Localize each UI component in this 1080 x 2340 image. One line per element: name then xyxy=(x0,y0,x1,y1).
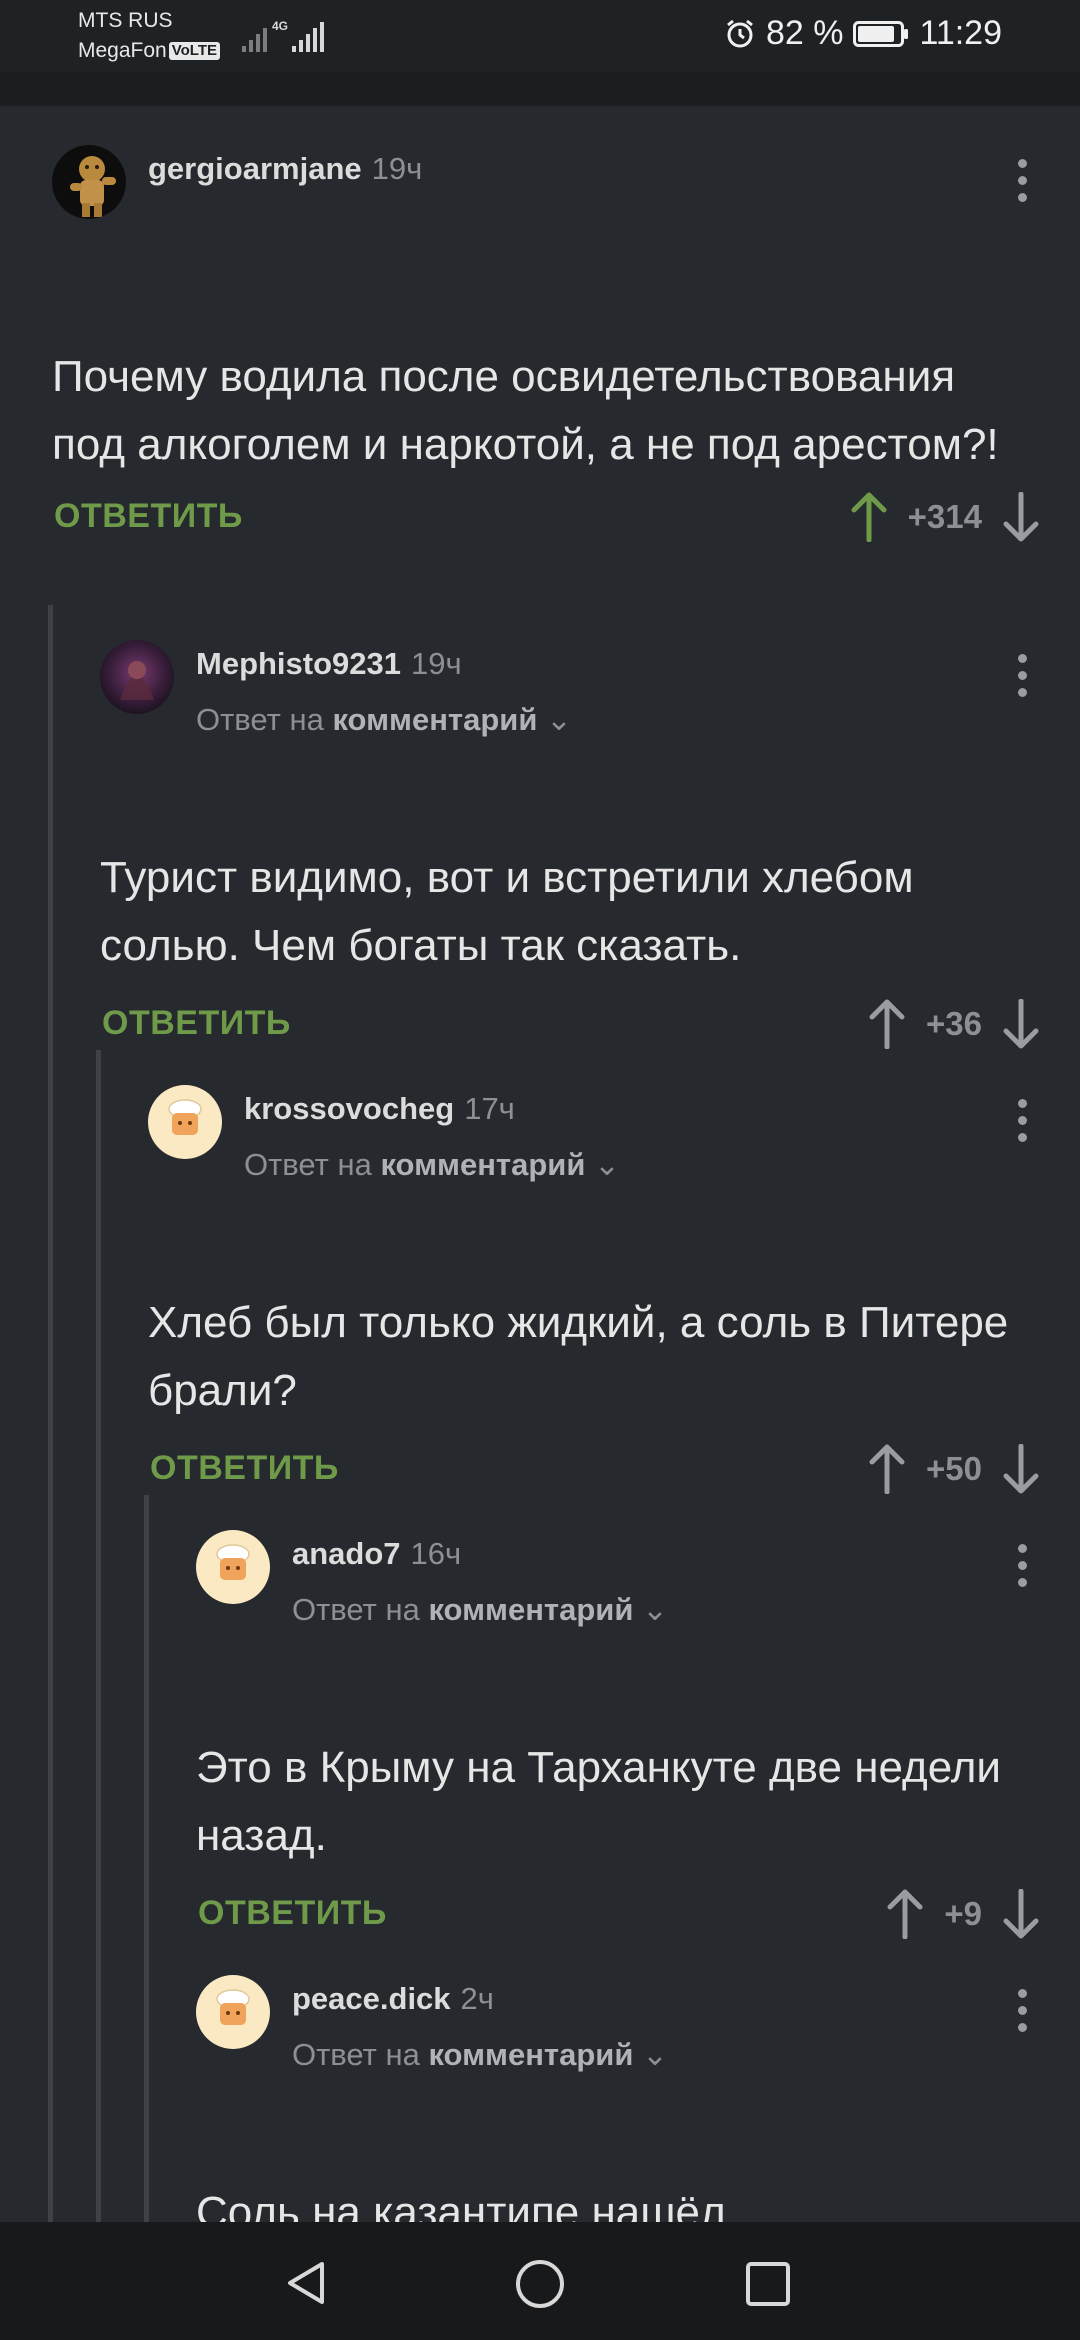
avatar[interactable] xyxy=(196,1975,270,2049)
system-navigation-bar xyxy=(0,2222,1080,2340)
comment-header: krossovocheg 17ч Ответ на комментарий ⌄ xyxy=(148,1085,1080,1182)
score: +50 xyxy=(926,1450,982,1487)
reply-button[interactable]: ОТВЕТИТЬ xyxy=(102,1004,291,1043)
reply-to-link[interactable]: Ответ на комментарий ⌄ xyxy=(196,702,572,738)
comment-time: 17ч xyxy=(464,1091,515,1126)
home-icon[interactable] xyxy=(514,2258,566,2310)
battery-percent: 82 % xyxy=(765,14,844,52)
thread-line-1[interactable] xyxy=(48,605,53,2222)
username[interactable]: anado7 16ч xyxy=(292,1536,461,1572)
vote-controls: +36 xyxy=(868,994,1040,1054)
signal-icon: 4G xyxy=(242,18,342,59)
score: +36 xyxy=(926,1005,982,1042)
comment-text: Почему водила после освидетельствования … xyxy=(52,352,999,469)
carrier-2: MegaFon xyxy=(78,39,167,62)
back-icon[interactable] xyxy=(282,2258,332,2308)
comment-text: Это в Крыму на Тарханкуте две недели наз… xyxy=(196,1743,1001,1860)
chevron-down-icon: ⌄ xyxy=(642,2037,668,2072)
vote-controls: +50 xyxy=(868,1439,1040,1499)
more-menu-icon[interactable] xyxy=(1016,654,1028,705)
more-menu-icon[interactable] xyxy=(1016,1099,1028,1150)
comment: gergioarmjane 19ч Почему водила после осв… xyxy=(52,145,1080,547)
chevron-down-icon: ⌄ xyxy=(546,702,572,737)
avatar[interactable] xyxy=(196,1530,270,1604)
comment-text: Турист видимо, вот и встретили хлебом со… xyxy=(100,853,914,970)
comment: Mephisto9231 19ч Ответ на комментарий ⌄ Т… xyxy=(100,640,1080,1054)
comment-time: 16ч xyxy=(410,1536,462,1571)
comment-actions: ОТВЕТИТЬ +314 xyxy=(52,487,1080,547)
comment-text: Хлеб был только жидкий, а соль в Питере … xyxy=(148,1298,1009,1415)
thread-line-3[interactable] xyxy=(144,1495,149,2222)
clock: 11:29 xyxy=(919,14,1002,52)
comment-time: 19ч xyxy=(371,151,423,186)
vote-controls: +314 xyxy=(850,487,1040,547)
score: +314 xyxy=(907,498,982,535)
comment-actions: ОТВЕТИТЬ +50 xyxy=(148,1439,1080,1499)
upvote-arrow-icon[interactable] xyxy=(868,1444,906,1494)
chevron-down-icon: ⌄ xyxy=(594,1147,620,1182)
recents-icon[interactable] xyxy=(744,2260,792,2308)
reply-button[interactable]: ОТВЕТИТЬ xyxy=(198,1894,387,1933)
downvote-arrow-icon[interactable] xyxy=(1002,1889,1040,1939)
upvote-arrow-icon[interactable] xyxy=(868,999,906,1049)
more-menu-icon[interactable] xyxy=(1016,1989,1028,2040)
header-strip xyxy=(0,72,1080,106)
comment-actions: ОТВЕТИТЬ +36 xyxy=(100,994,1080,1054)
comment-actions: ОТВЕТИТЬ +9 xyxy=(196,1884,1080,1944)
status-right: 82 % 11:29 xyxy=(724,14,1002,53)
network-type-label: 4G xyxy=(272,19,288,33)
comment-time: 19ч xyxy=(411,646,462,681)
downvote-arrow-icon[interactable] xyxy=(1002,1444,1040,1494)
downvote-arrow-icon[interactable] xyxy=(1002,492,1040,542)
volte-badge: VoLTE xyxy=(168,42,220,60)
username[interactable]: peace.dick 2ч xyxy=(292,1981,494,2017)
avatar[interactable] xyxy=(148,1085,222,1159)
alarm-icon xyxy=(727,19,753,47)
thread-line-2[interactable] xyxy=(96,1050,101,2222)
downvote-arrow-icon[interactable] xyxy=(1002,999,1040,1049)
status-bar: MTS RUS MegaFon VoLTE 4G 82 % 11:29 xyxy=(0,0,1080,72)
avatar[interactable] xyxy=(100,640,174,714)
username[interactable]: gergioarmjane 19ч xyxy=(148,151,422,187)
reply-to-link[interactable]: Ответ на комментарий ⌄ xyxy=(244,1147,620,1183)
score: +9 xyxy=(944,1895,982,1932)
avatar[interactable] xyxy=(52,145,126,219)
comment-time: 2ч xyxy=(460,1981,494,2016)
comment: krossovocheg 17ч Ответ на комментарий ⌄ Х… xyxy=(148,1085,1080,1499)
vote-controls: +9 xyxy=(886,1884,1040,1944)
upvote-arrow-icon[interactable] xyxy=(850,492,888,542)
comment-header: peace.dick 2ч Ответ на комментарий ⌄ xyxy=(196,1975,1080,2072)
comment-header: Mephisto9231 19ч Ответ на комментарий ⌄ xyxy=(100,640,1080,737)
chevron-down-icon: ⌄ xyxy=(642,1592,668,1627)
upvote-arrow-icon[interactable] xyxy=(886,1889,924,1939)
reply-to-link[interactable]: Ответ на комментарий ⌄ xyxy=(292,2037,668,2073)
username[interactable]: krossovocheg 17ч xyxy=(244,1091,515,1127)
more-menu-icon[interactable] xyxy=(1016,1544,1028,1595)
carrier-info: MTS RUS MegaFon VoLTE xyxy=(78,6,220,66)
comment-header: anado7 16ч Ответ на комментарий ⌄ xyxy=(196,1530,1080,1627)
more-menu-icon[interactable] xyxy=(1016,159,1028,210)
comment-header: gergioarmjane 19ч xyxy=(52,145,1080,225)
reply-to-link[interactable]: Ответ на комментарий ⌄ xyxy=(292,1592,668,1628)
username[interactable]: Mephisto9231 19ч xyxy=(196,646,462,682)
battery-icon xyxy=(853,20,909,47)
reply-button[interactable]: ОТВЕТИТЬ xyxy=(54,497,243,536)
carrier-1: MTS RUS xyxy=(78,9,173,32)
reply-button[interactable]: ОТВЕТИТЬ xyxy=(150,1449,339,1488)
comment: anado7 16ч Ответ на комментарий ⌄ Это в К… xyxy=(196,1530,1080,1944)
